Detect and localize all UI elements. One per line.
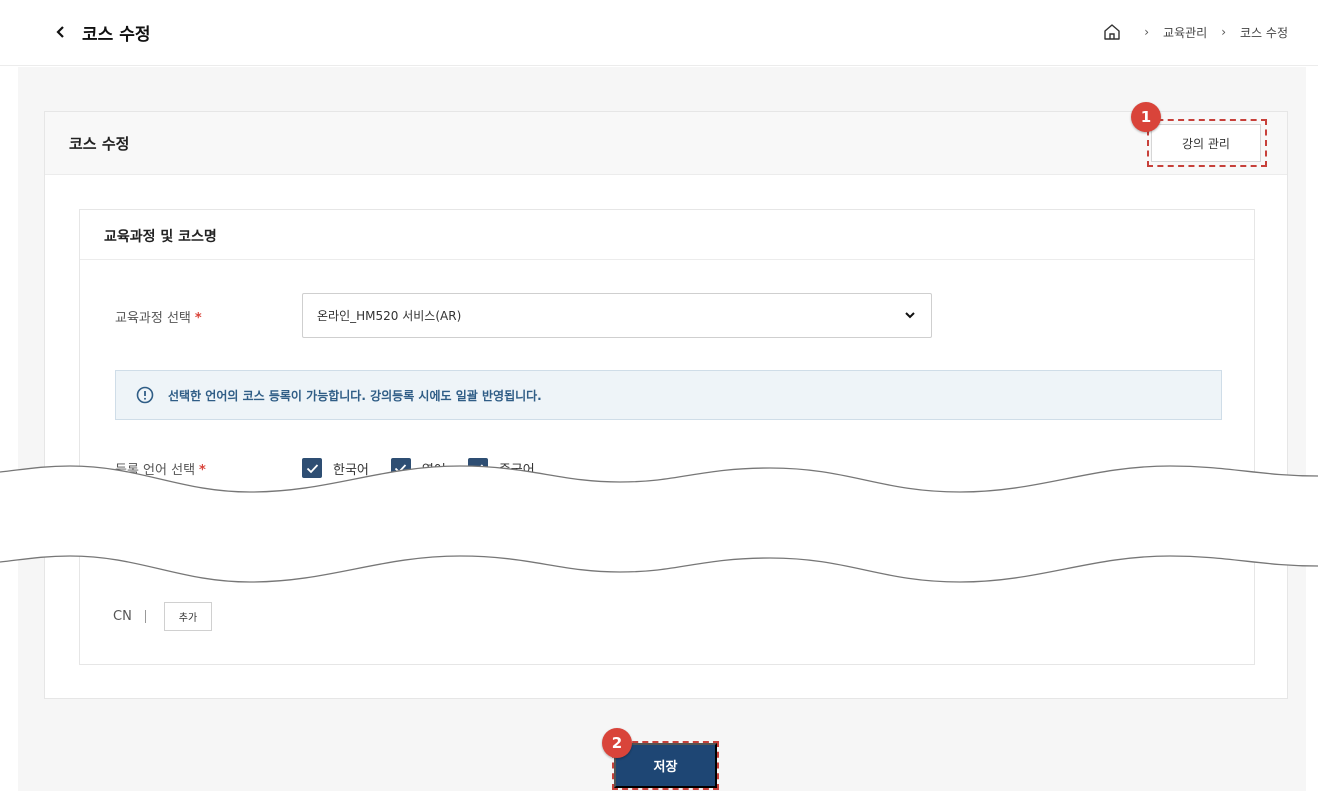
page-title: 코스 수정	[82, 25, 151, 45]
card-title: 코스 수정	[69, 135, 130, 153]
course-select[interactable]: 온라인_HM520 서비스(AR)	[302, 293, 932, 338]
lecture-manage-button[interactable]: 강의 관리	[1151, 124, 1261, 162]
chevron-left-icon	[56, 26, 64, 38]
breadcrumb-item-current: 코스 수정	[1240, 25, 1288, 40]
language-code: CN	[113, 609, 132, 624]
required-mark: *	[194, 311, 202, 326]
home-icon[interactable]	[1102, 22, 1122, 42]
info-notice: 선택한 언어의 코스 등록이 가능합니다. 강의등록 시에도 일괄 반영됩니다.	[115, 370, 1222, 420]
chevron-down-icon	[905, 312, 915, 319]
torn-page-break	[0, 465, 1318, 583]
add-button[interactable]: 추가	[164, 602, 212, 631]
language-row-cn: CN 추가	[113, 602, 212, 631]
breadcrumb: › 교육관리 › 코스 수정	[1102, 22, 1288, 42]
back-button[interactable]	[50, 21, 72, 43]
section-header: 교육과정 및 코스명	[80, 210, 1254, 260]
section-title: 교육과정 및 코스명	[104, 229, 217, 245]
chevron-right-icon: ›	[1221, 25, 1227, 39]
course-select-value: 온라인_HM520 서비스(AR)	[317, 309, 462, 323]
chevron-right-icon: ›	[1144, 25, 1150, 39]
course-edit-card: 코스 수정 강의 관리 교육과정 및 코스명 교육과정 선택 * 온라인_HM52…	[44, 111, 1288, 699]
step-badge-1: 1	[1131, 102, 1161, 132]
step-badge-2: 2	[602, 728, 632, 758]
top-header: 코스 수정 › 교육관리 › 코스 수정	[0, 0, 1318, 66]
course-info-section: 교육과정 및 코스명 교육과정 선택 * 온라인_HM520 서비스(AR) 선택…	[79, 209, 1255, 665]
card-header: 코스 수정 강의 관리	[45, 112, 1287, 175]
info-icon	[136, 386, 154, 404]
divider	[145, 610, 146, 623]
info-notice-text: 선택한 언어의 코스 등록이 가능합니다. 강의등록 시에도 일괄 반영됩니다.	[168, 388, 542, 403]
course-select-label: 교육과정 선택 *	[115, 307, 202, 326]
course-select-label-text: 교육과정 선택	[115, 311, 191, 326]
breadcrumb-item-education[interactable]: 교육관리	[1163, 24, 1207, 41]
